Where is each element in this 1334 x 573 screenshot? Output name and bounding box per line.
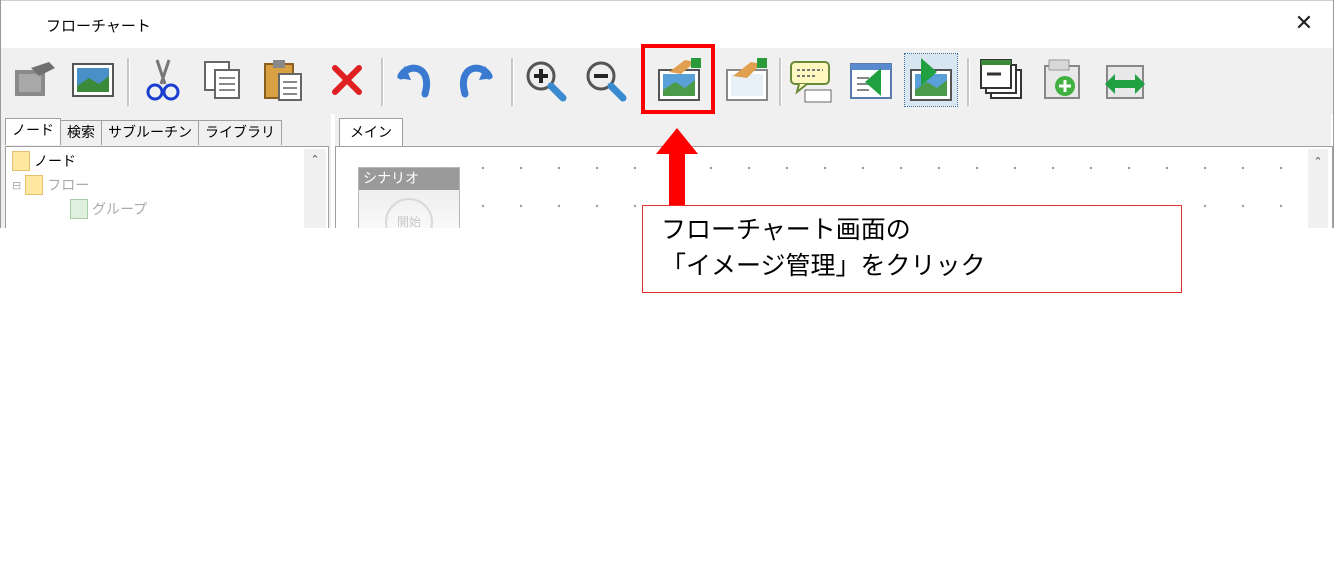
title-bar: フローチャート ✕ xyxy=(1,0,1333,48)
close-icon[interactable]: ✕ xyxy=(1289,9,1319,39)
tab-node[interactable]: ノード xyxy=(5,118,61,145)
move-left-icon[interactable] xyxy=(845,54,897,106)
group-icon xyxy=(70,199,88,219)
cut-icon[interactable] xyxy=(137,54,189,106)
zoom-in-icon[interactable] xyxy=(519,54,571,106)
toolbar-separator xyxy=(967,58,970,106)
tree-item-flow[interactable]: ⊟ フロー xyxy=(12,175,89,195)
window-stack-icon[interactable] xyxy=(975,54,1027,106)
window-title: フローチャート xyxy=(46,17,151,35)
toolbar-separator xyxy=(779,58,782,106)
toolbar-separator xyxy=(381,58,384,106)
tree-scrollbar[interactable]: ⌃ xyxy=(304,149,326,228)
folder-icon xyxy=(12,151,30,171)
left-panel-tabs: ノード 検索 サブルーチン ライブラリ xyxy=(5,118,282,146)
copy-icon[interactable] xyxy=(197,54,249,106)
node-tree: ノード ⊟ フロー グループ ⌃ xyxy=(5,146,329,228)
folder-icon xyxy=(25,175,44,195)
scenario-node[interactable]: シナリオ 開始 xyxy=(358,167,460,228)
scroll-up-icon[interactable]: ⌃ xyxy=(304,153,326,166)
scroll-up-icon[interactable]: ⌃ xyxy=(1308,155,1328,168)
callout-line-2: 「イメージ管理」をクリック xyxy=(661,251,986,280)
tab-subroutine[interactable]: サブルーチン xyxy=(101,120,199,145)
move-right-icon[interactable] xyxy=(904,53,958,107)
scenario-image-icon[interactable] xyxy=(9,54,61,106)
add-node-icon[interactable] xyxy=(1037,54,1089,106)
scenario-node-header: シナリオ xyxy=(359,168,459,190)
comment-icon[interactable] xyxy=(785,54,837,106)
canvas-scrollbar[interactable]: ⌃ xyxy=(1308,149,1328,228)
red-arrow-icon xyxy=(656,128,698,208)
zoom-out-icon[interactable] xyxy=(579,54,631,106)
delete-icon[interactable] xyxy=(321,54,373,106)
tree-item-label: グループ xyxy=(92,202,148,218)
tab-search[interactable]: 検索 xyxy=(60,120,102,145)
image-icon[interactable] xyxy=(67,54,119,106)
paste-icon[interactable] xyxy=(257,54,309,106)
tree-item-label: ノード xyxy=(34,154,76,170)
toolbar-separator xyxy=(511,58,514,106)
tree-item-label: フロー xyxy=(47,178,90,194)
callout-line-1: フローチャート画面の xyxy=(661,215,911,244)
highlight-box xyxy=(641,44,715,114)
collapse-icon[interactable]: ⊟ xyxy=(12,179,21,192)
tree-item-group[interactable]: グループ xyxy=(70,199,147,219)
tab-main[interactable]: メイン xyxy=(339,118,403,147)
toolbar-separator xyxy=(127,58,130,106)
annotation-callout: フローチャート画面の 「イメージ管理」をクリック xyxy=(642,205,1182,293)
left-panel: ノード 検索 サブルーチン ライブラリ ノード ⊟ フロー グループ ⌃ xyxy=(1,114,331,228)
redo-icon[interactable] xyxy=(449,54,501,106)
start-node[interactable]: 開始 xyxy=(385,198,433,228)
image-edit-icon[interactable] xyxy=(721,54,773,106)
tree-item-node[interactable]: ノード xyxy=(12,151,76,171)
tab-library[interactable]: ライブラリ xyxy=(198,120,282,145)
undo-icon[interactable] xyxy=(389,54,441,106)
swap-icon[interactable] xyxy=(1099,54,1151,106)
